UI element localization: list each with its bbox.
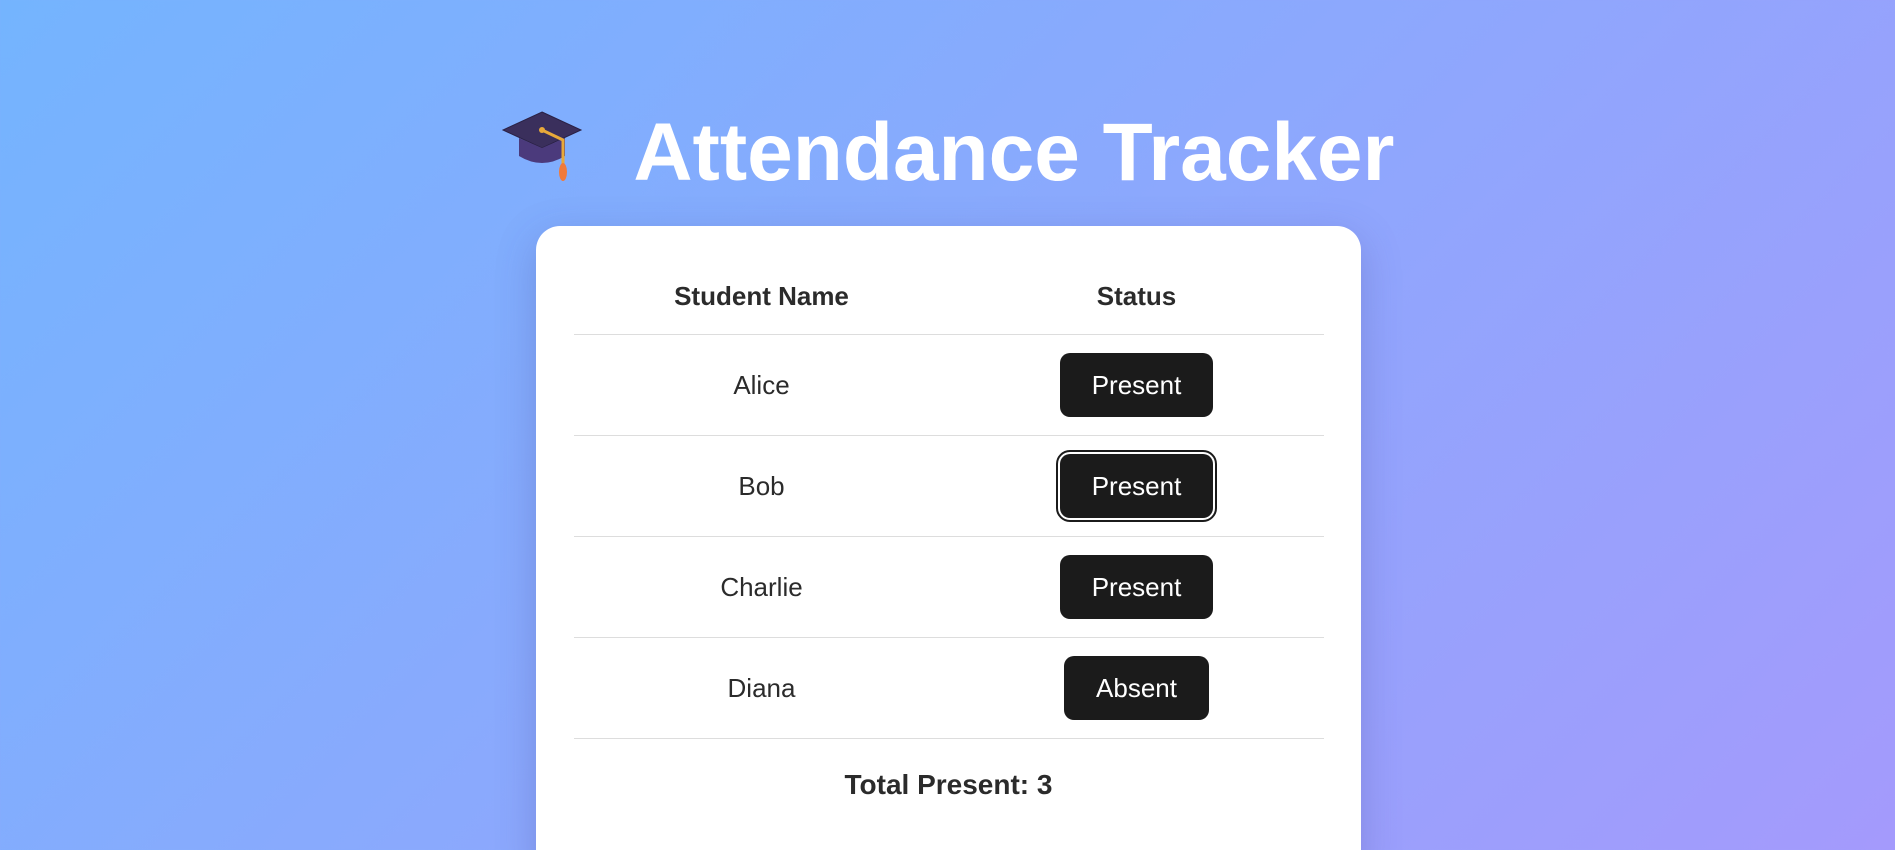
student-name: Bob xyxy=(574,435,949,537)
table-row: Alice Present xyxy=(574,334,1324,436)
student-name: Charlie xyxy=(574,536,949,638)
status-cell: Present xyxy=(949,435,1324,537)
status-toggle-button-diana[interactable]: Absent xyxy=(1064,656,1209,720)
page-title: Attendance Tracker xyxy=(0,98,1895,203)
column-header-status: Status xyxy=(949,258,1324,335)
student-name: Alice xyxy=(574,334,949,436)
status-toggle-button-alice[interactable]: Present xyxy=(1059,353,1214,417)
table-row: Charlie Present xyxy=(574,536,1324,638)
status-cell: Absent xyxy=(949,637,1324,739)
table-row: Bob Present xyxy=(574,435,1324,537)
status-toggle-button-charlie[interactable]: Present xyxy=(1059,555,1214,619)
total-present-summary: Total Present: 3 xyxy=(844,769,1053,800)
status-cell: Present xyxy=(949,334,1324,436)
table-header-row: Student Name Status xyxy=(574,258,1324,335)
table-row: Diana Absent xyxy=(574,637,1324,739)
attendance-table: Student Name Status Alice Present Bob Pr… xyxy=(574,258,1324,739)
column-header-student-name: Student Name xyxy=(574,258,949,335)
attendance-card: Student Name Status Alice Present Bob Pr… xyxy=(536,226,1361,850)
page-title-text: Attendance Tracker xyxy=(633,107,1395,199)
status-cell: Present xyxy=(949,536,1324,638)
graduation-cap-icon xyxy=(501,106,583,188)
student-name: Diana xyxy=(574,637,949,739)
status-toggle-button-bob[interactable]: Present xyxy=(1055,450,1218,522)
